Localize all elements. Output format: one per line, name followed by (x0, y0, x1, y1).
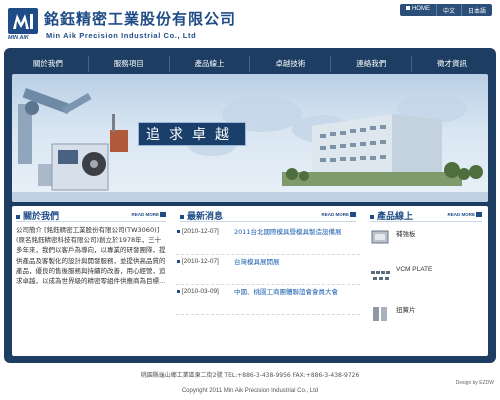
about-read-more-label: READ MORE (131, 212, 159, 217)
divider (16, 221, 166, 222)
news-read-more[interactable]: READ MORE (321, 212, 356, 218)
nav-item-technology[interactable]: 卓越技術 (250, 56, 332, 72)
chinese-link[interactable]: 中文 (435, 4, 461, 16)
about-read-more[interactable]: READ MORE (131, 212, 166, 218)
bullet-icon (177, 290, 180, 293)
home-icon (405, 6, 410, 11)
news-section: 最新消息 READ MORE [2010-12-07] 2011台北國際模具暨模… (176, 206, 360, 356)
products-read-more[interactable]: READ MORE (447, 212, 482, 218)
product-name[interactable]: VCM PLATE (396, 266, 432, 273)
about-text: 公司簡介 [銘鈺精密工業股份有限公司(TW3060)](原名銘鈺精密科技有限公司… (16, 226, 166, 286)
product-item[interactable]: 補強板 (370, 225, 482, 263)
bullet-icon (177, 260, 180, 263)
products-section: 產品線上 READ MORE 補強板 VCM PLATE 扭簧片 (366, 206, 486, 356)
logo-text: MIN AIK (8, 35, 29, 41)
product-item[interactable]: 扭簧片 (370, 301, 482, 339)
news-date: [2010-12-07] (182, 258, 219, 265)
nav-item-careers[interactable]: 徵才資訊 (412, 56, 492, 72)
content-panel: 關於我們 READ MORE 公司簡介 [銘鈺精密工業股份有限公司(TW3060… (12, 206, 488, 356)
home-link[interactable]: HOME (400, 4, 436, 16)
product-thumbnail[interactable] (370, 265, 392, 287)
news-item[interactable]: [2010-03-09] 中國、桃園工商團體聯誼會會員大會 (176, 285, 360, 315)
site-footer: 桃園縣龜山鄉工業區東二街2號 TEL:+886-3-438-9956 FAX:+… (0, 364, 500, 400)
company-logo[interactable]: MIN AIK (8, 8, 38, 44)
divider (370, 221, 482, 222)
bullet-icon (180, 214, 184, 219)
news-read-more-label: READ MORE (321, 212, 349, 217)
hero-banner: 追求卓越 (12, 74, 488, 202)
news-list: [2010-12-07] 2011台北國際模具暨模具製造設備展 [2010-12… (176, 225, 360, 315)
divider (180, 221, 356, 222)
site-header: MIN AIK 銘鈺精密工業股份有限公司 Min Aik Precision I… (0, 0, 500, 50)
footer-copyright: Copyright 2011 Min Aik Precision Industr… (181, 388, 319, 394)
news-link[interactable]: 台灣模具展開展 (234, 258, 356, 267)
nav-item-services[interactable]: 服務項目 (89, 56, 170, 72)
product-name[interactable]: 補強板 (396, 228, 416, 238)
footer-design-credit[interactable]: Design by EZDW (456, 380, 494, 386)
footer-address: 桃園縣龜山鄉工業區東二街2號 TEL:+886-3-438-9956 FAX:+… (140, 372, 360, 379)
arrow-icon (476, 212, 482, 218)
bullet-icon (370, 214, 374, 219)
product-list: 補強板 VCM PLATE 扭簧片 (370, 225, 482, 339)
product-thumbnail[interactable] (370, 303, 392, 325)
news-item[interactable]: [2010-12-07] 2011台北國際模具暨模具製造設備展 (176, 225, 360, 255)
company-name-english: Min Aik Precision Industrial Co., Ltd (46, 31, 197, 40)
arrow-icon (350, 212, 356, 218)
product-name[interactable]: 扭簧片 (396, 304, 416, 314)
product-item[interactable]: VCM PLATE (370, 263, 482, 301)
product-thumbnail[interactable] (370, 227, 392, 249)
bullet-icon (16, 214, 20, 219)
banner-slogan: 追求卓越 (138, 122, 246, 146)
japanese-link[interactable]: 日本語 (460, 4, 492, 16)
bullet-icon (177, 230, 180, 233)
news-link[interactable]: 中國、桃園工商團體聯誼會會員大會 (234, 288, 356, 297)
logo-icon (8, 8, 38, 34)
nav-item-about[interactable]: 關於我們 (8, 56, 89, 72)
news-date: [2010-12-07] (182, 228, 219, 235)
banner-illustration (12, 88, 488, 202)
home-link-label: HOME (411, 6, 430, 12)
news-link[interactable]: 2011台北國際模具暨模具製造設備展 (234, 228, 356, 237)
main-nav: 關於我們 服務項目 產品線上 卓越技術 連絡我們 徵才資訊 (8, 56, 492, 72)
news-date: [2010-03-09] (182, 288, 219, 295)
about-section: 關於我們 READ MORE 公司簡介 [銘鈺精密工業股份有限公司(TW3060… (12, 206, 170, 356)
nav-item-contact[interactable]: 連絡我們 (331, 56, 413, 72)
company-name-chinese: 銘鈺精密工業股份有限公司 (44, 10, 237, 28)
arrow-icon (160, 212, 166, 218)
products-read-more-label: READ MORE (447, 212, 475, 217)
language-links: HOME 中文 日本語 (399, 4, 492, 16)
news-item[interactable]: [2010-12-07] 台灣模具展開展 (176, 255, 360, 285)
nav-item-products[interactable]: 產品線上 (170, 56, 251, 72)
